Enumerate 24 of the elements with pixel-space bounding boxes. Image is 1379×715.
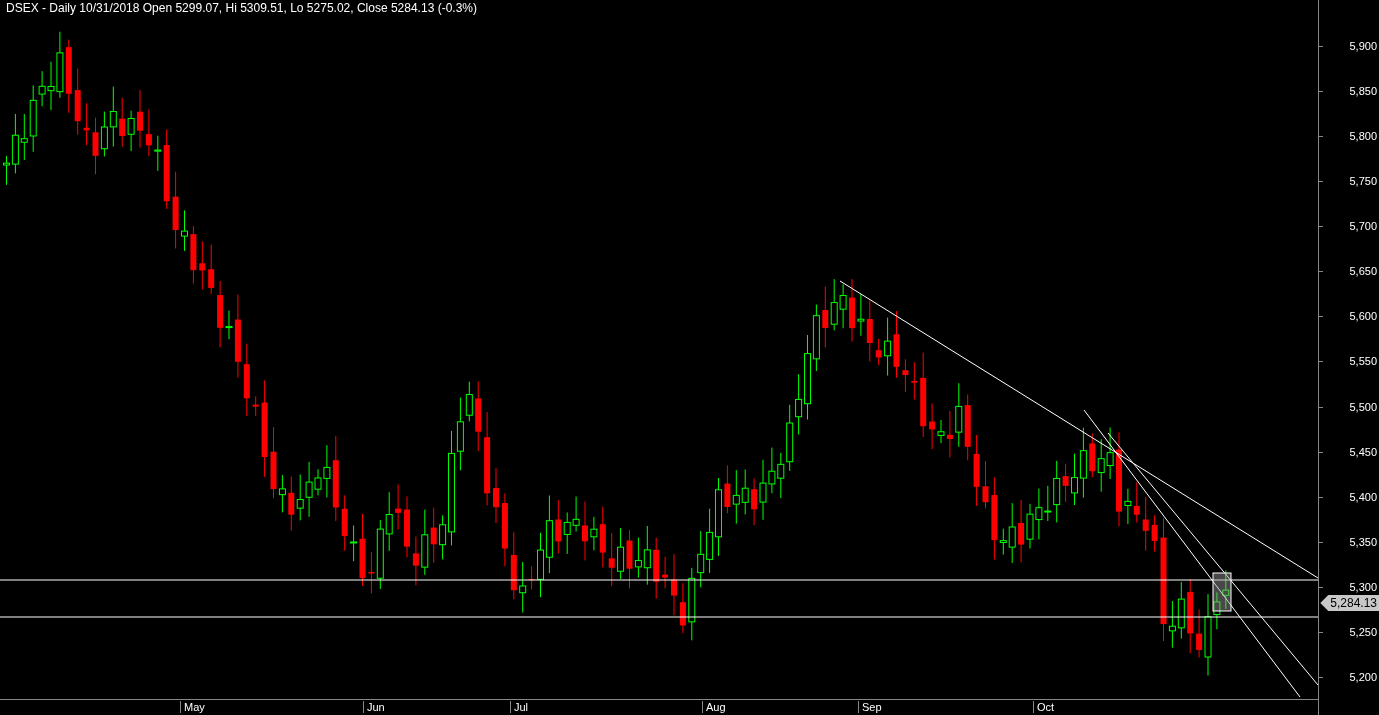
- price-label: 5,284.13: [1320, 595, 1379, 611]
- axis-label: 5,450: [1349, 445, 1377, 458]
- axis-label: 5,850: [1349, 85, 1377, 98]
- selection-box: [1212, 572, 1232, 612]
- axis-label: Oct: [1033, 701, 1055, 713]
- chart-title: DSEX - Daily 10/31/2018 Open 5299.07, Hi 5309.51, Lo 5275.02, Close 5284.13 (-0.3%): [6, 1, 477, 15]
- axis-label: Jun: [363, 701, 385, 713]
- axis-label: 5,800: [1349, 130, 1377, 143]
- axis-label: 5,400: [1349, 490, 1377, 503]
- axis-label: 5,700: [1349, 220, 1377, 233]
- axis-label: 5,900: [1349, 40, 1377, 52]
- axis-label: May: [180, 701, 205, 713]
- axis-label: 5,500: [1349, 400, 1377, 413]
- axis-label: 5,250: [1349, 625, 1377, 638]
- axis-label: Jul: [510, 701, 529, 713]
- axis-label: 5,200: [1349, 670, 1377, 683]
- axis-label: Aug: [702, 701, 726, 713]
- axis-label: 5,600: [1349, 310, 1377, 323]
- axis-label: 5,350: [1349, 535, 1377, 548]
- axis-label: 5,650: [1349, 265, 1377, 278]
- axis-label: Sep: [858, 701, 882, 713]
- axis-label: 5,550: [1349, 355, 1377, 368]
- axis-label: 5,300: [1349, 580, 1377, 593]
- axis-label: 5,750: [1349, 175, 1377, 188]
